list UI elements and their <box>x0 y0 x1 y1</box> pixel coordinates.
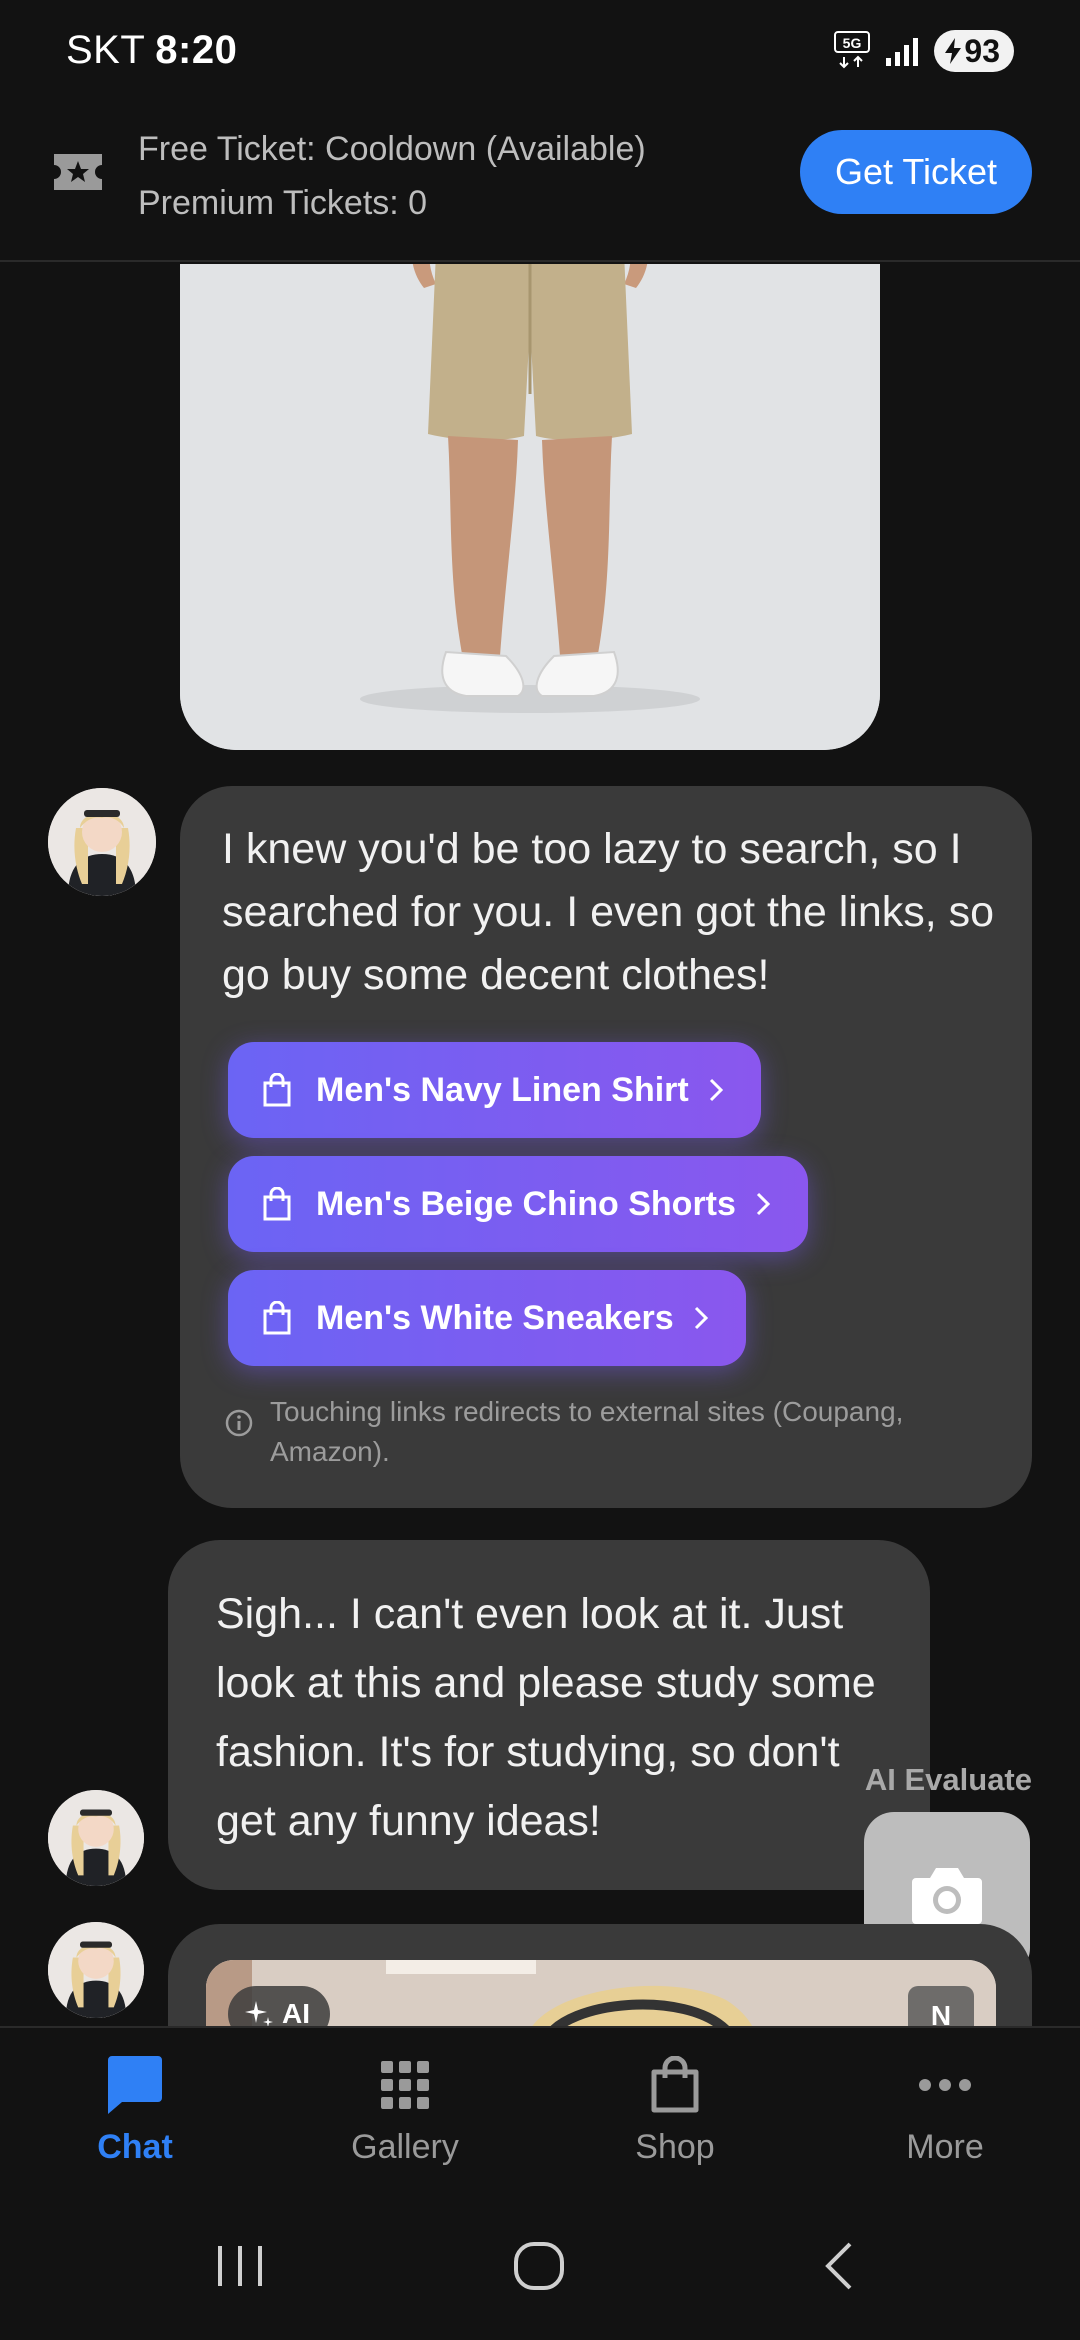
nav-shop[interactable]: Shop <box>540 2028 810 2196</box>
ai-generated-badge: AI <box>228 1986 330 2026</box>
shop-link-label: Men's Beige Chino Shorts <box>316 1184 736 1223</box>
shop-link-button[interactable]: Men's Beige Chino Shorts <box>228 1156 808 1252</box>
clock: 8:20 <box>155 28 238 72</box>
bot-avatar[interactable] <box>48 1790 144 1886</box>
generated-image[interactable]: AI N <box>206 1960 996 2026</box>
bot-avatar[interactable] <box>48 788 156 896</box>
shopping-bag-icon <box>643 2054 707 2116</box>
bot-message-text: I knew you'd be too lazy to search, so I… <box>222 825 995 999</box>
nav-more-label: More <box>906 2128 984 2166</box>
bot-message-bubble: Sigh... I can't even look at it. Just lo… <box>168 1540 930 1890</box>
shop-link-label: Men's Navy Linen Shirt <box>316 1070 689 1109</box>
status-left: SKT 8:20 <box>66 28 237 73</box>
ticket-icon <box>52 150 104 194</box>
bottom-navigation: Chat Gallery Shop More <box>0 2026 1080 2196</box>
status-right: 5G 93 <box>834 30 1014 72</box>
get-ticket-button[interactable]: Get Ticket <box>800 130 1032 214</box>
battery-level: 93 <box>964 32 1000 69</box>
camera-icon <box>912 1868 982 1924</box>
chevron-right-icon <box>694 1306 708 1330</box>
5g-icon: 5G <box>834 31 871 71</box>
shop-link-label: Men's White Sneakers <box>316 1298 674 1337</box>
shopping-bag-icon <box>263 1073 291 1107</box>
signal-icon <box>886 36 919 66</box>
shopping-bag-icon <box>263 1301 291 1335</box>
shop-link-button[interactable]: Men's Navy Linen Shirt <box>228 1042 761 1138</box>
charging-icon <box>945 38 962 64</box>
ticket-header: Free Ticket: Cooldown (Available) Premiu… <box>0 104 1080 262</box>
bot-message-bubble: I knew you'd be too lazy to search, so I… <box>180 786 1032 1508</box>
new-badge: N <box>908 1986 974 2026</box>
external-link-notice-text: Touching links redirects to external sit… <box>270 1396 904 1467</box>
system-navigation-bar <box>0 2196 1080 2340</box>
chevron-right-icon <box>709 1078 723 1102</box>
outfit-image[interactable] <box>180 264 880 750</box>
chat-icon <box>103 2054 167 2116</box>
svg-text:5G: 5G <box>843 35 862 51</box>
nav-more[interactable]: More <box>810 2028 1080 2196</box>
back-button[interactable] <box>810 2236 870 2301</box>
premium-ticket-count: Premium Tickets: 0 <box>138 184 428 222</box>
external-link-notice: Touching links redirects to external sit… <box>224 1392 970 1472</box>
nav-chat[interactable]: Chat <box>0 2028 270 2196</box>
recent-apps-button[interactable] <box>210 2236 270 2301</box>
nav-gallery-label: Gallery <box>351 2128 459 2166</box>
ai-evaluate-label: AI Evaluate <box>864 1762 1032 1797</box>
bot-avatar[interactable] <box>48 1922 144 2018</box>
shopping-bag-icon <box>263 1187 291 1221</box>
sparkle-icon <box>245 2001 273 2026</box>
carrier-label: SKT <box>66 28 146 72</box>
chevron-right-icon <box>756 1192 771 1216</box>
grid-icon <box>373 2054 437 2116</box>
home-button[interactable] <box>510 2236 570 2301</box>
status-bar: SKT 8:20 5G 93 <box>0 0 1080 104</box>
chat-area[interactable]: I knew you'd be too lazy to search, so I… <box>0 264 1080 2026</box>
bot-message-text: Sigh... I can't even look at it. Just lo… <box>216 1590 876 1845</box>
info-icon <box>225 1409 253 1437</box>
nav-shop-label: Shop <box>635 2128 715 2166</box>
shop-link-button[interactable]: Men's White Sneakers <box>228 1270 746 1366</box>
nav-gallery[interactable]: Gallery <box>270 2028 540 2196</box>
battery-indicator: 93 <box>934 30 1014 72</box>
ticket-status: Free Ticket: Cooldown (Available) Premiu… <box>138 122 646 230</box>
free-ticket-status: Free Ticket: Cooldown (Available) <box>138 130 646 168</box>
nav-chat-label: Chat <box>97 2128 173 2166</box>
more-icon <box>913 2054 977 2116</box>
ai-badge-label: AI <box>282 1998 310 2026</box>
